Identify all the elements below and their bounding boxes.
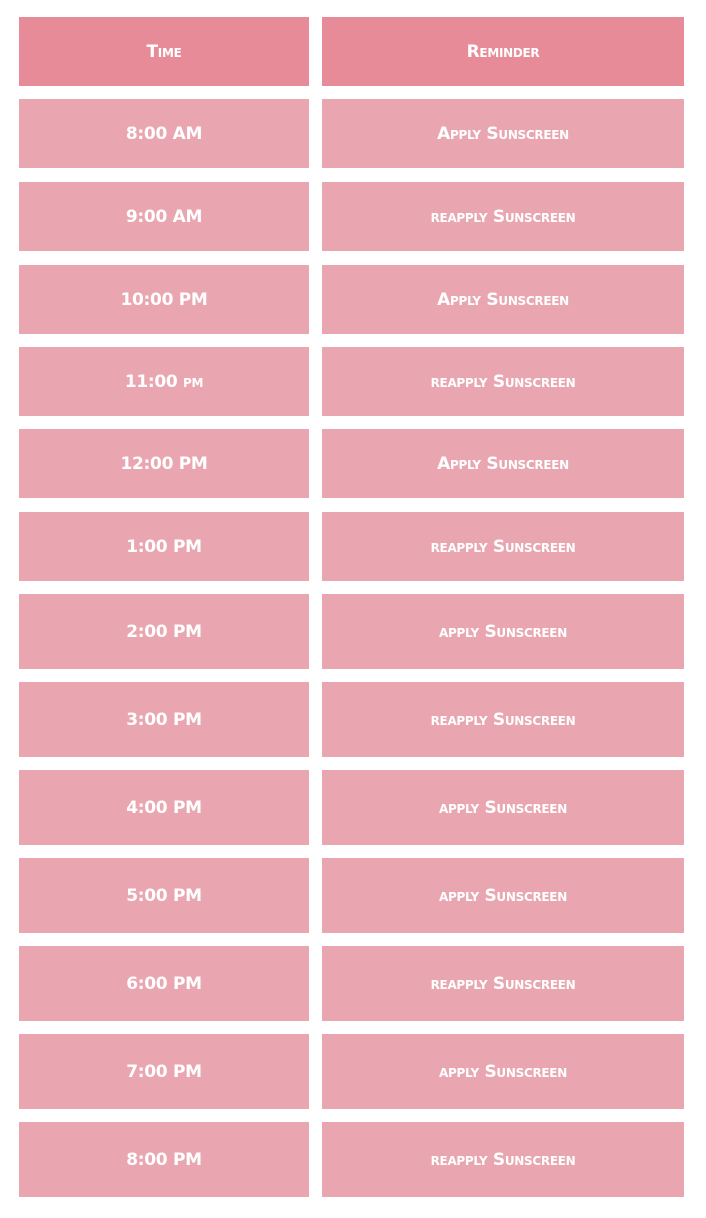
- time-cell: 12:00 PM: [19, 429, 309, 498]
- time-cell: 11:00 pm: [19, 347, 309, 416]
- table-header-row: Time Reminder: [19, 17, 684, 86]
- time-cell: 2:00 PM: [19, 594, 309, 669]
- time-cell: 7:00 PM: [19, 1034, 309, 1109]
- table-row: 11:00 pm reapply Sunscreen: [19, 347, 684, 416]
- reminder-cell: Apply Sunscreen: [322, 99, 684, 168]
- reminder-cell: apply Sunscreen: [322, 858, 684, 933]
- time-cell: 3:00 PM: [19, 682, 309, 757]
- time-cell: 10:00 PM: [19, 265, 309, 334]
- header-reminder: Reminder: [322, 17, 684, 86]
- reminder-cell: reapply Sunscreen: [322, 1122, 684, 1197]
- time-cell: 9:00 AM: [19, 182, 309, 251]
- table-row: 5:00 PM apply Sunscreen: [19, 858, 684, 933]
- table-row: 9:00 AM reapply Sunscreen: [19, 182, 684, 251]
- time-cell: 5:00 PM: [19, 858, 309, 933]
- reminder-cell: Apply Sunscreen: [322, 265, 684, 334]
- table-row: 2:00 PM apply Sunscreen: [19, 594, 684, 669]
- reminder-cell: apply Sunscreen: [322, 770, 684, 845]
- time-cell: 4:00 PM: [19, 770, 309, 845]
- reminder-cell: reapply Sunscreen: [322, 182, 684, 251]
- table-row: 6:00 PM reapply Sunscreen: [19, 946, 684, 1021]
- table-row: 3:00 PM reapply Sunscreen: [19, 682, 684, 757]
- time-cell: 8:00 AM: [19, 99, 309, 168]
- table-row: 10:00 PM Apply Sunscreen: [19, 265, 684, 334]
- reminder-cell: reapply Sunscreen: [322, 682, 684, 757]
- table-row: 7:00 PM apply Sunscreen: [19, 1034, 684, 1109]
- table-row: 8:00 AM Apply Sunscreen: [19, 99, 684, 168]
- schedule-table: Time Reminder 8:00 AM Apply Sunscreen 9:…: [19, 17, 684, 1210]
- reminder-cell: apply Sunscreen: [322, 594, 684, 669]
- reminder-cell: apply Sunscreen: [322, 1034, 684, 1109]
- header-time: Time: [19, 17, 309, 86]
- time-cell: 6:00 PM: [19, 946, 309, 1021]
- reminder-cell: Apply Sunscreen: [322, 429, 684, 498]
- table-row: 12:00 PM Apply Sunscreen: [19, 429, 684, 498]
- table-row: 4:00 PM apply Sunscreen: [19, 770, 684, 845]
- reminder-cell: reapply Sunscreen: [322, 347, 684, 416]
- reminder-cell: reapply Sunscreen: [322, 946, 684, 1021]
- time-cell: 1:00 PM: [19, 512, 309, 581]
- table-row: 1:00 PM reapply Sunscreen: [19, 512, 684, 581]
- reminder-cell: reapply Sunscreen: [322, 512, 684, 581]
- time-cell: 8:00 PM: [19, 1122, 309, 1197]
- table-row: 8:00 PM reapply Sunscreen: [19, 1122, 684, 1197]
